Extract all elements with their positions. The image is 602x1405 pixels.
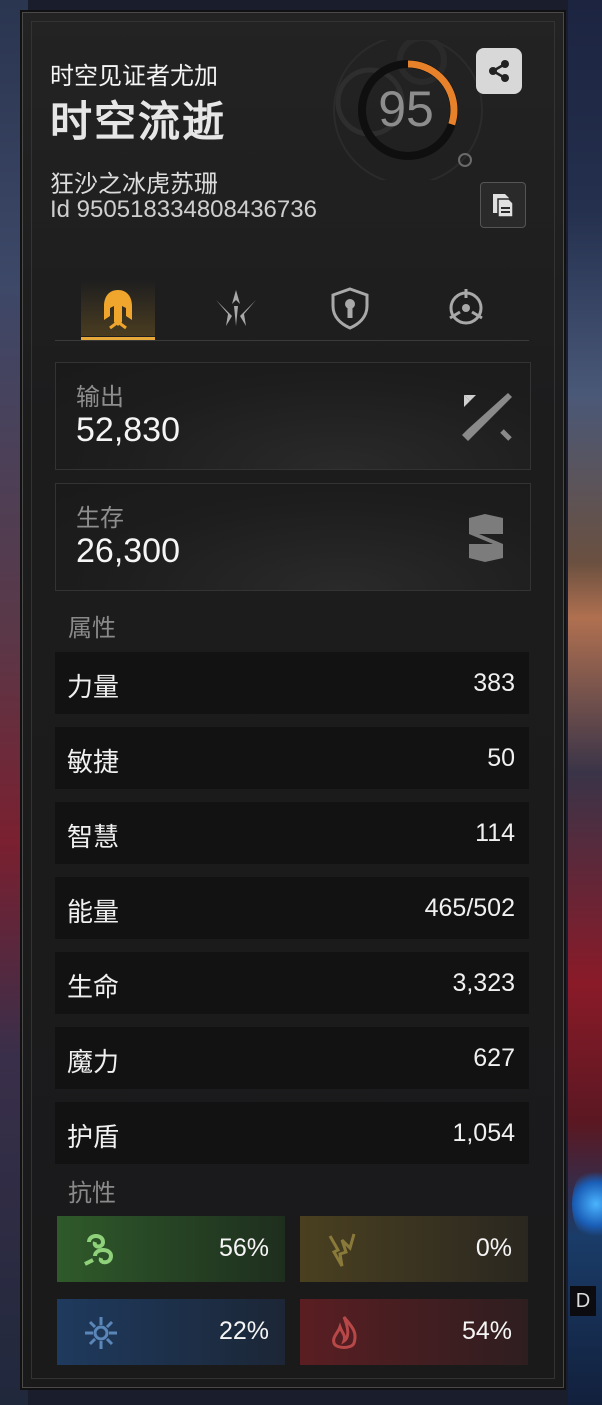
stat-name: 能量 [67,898,120,928]
tab-attack[interactable] [81,280,155,340]
player-id: Id 9505183348084367​36 [50,196,317,223]
output-label: 输出 [76,383,124,411]
share-button[interactable] [476,48,522,94]
crosshair-icon [449,289,483,325]
shield-icon [331,287,369,330]
survival-label: 生存 [76,504,124,532]
stat-value: 627 [473,1044,515,1072]
helmet-icon [104,290,132,330]
output-value: 52,830 [76,411,180,449]
share-icon [489,60,509,82]
resistance-frost: 22% [57,1299,285,1365]
stat-name: 敏捷 [67,748,120,778]
stat-value: 1,054 [452,1119,515,1147]
resistance-value: 0% [475,1234,512,1262]
stat-value: 114 [475,819,515,847]
stat-row-health: 生命 3,323 [55,952,529,1014]
survival-card: 生存 26,300 [55,483,531,591]
background-tag: D [570,1286,596,1316]
tab-skills[interactable] [199,280,273,336]
score-value: 95 [378,81,434,137]
resistance-value: 54% [461,1317,512,1345]
attributes-heading: 属性 [68,614,116,642]
copy-id-button[interactable] [480,182,526,228]
stat-row-energy: 能量 465/502 [55,877,529,939]
hero-subtitle: 狂沙之冰虎苏珊 [50,170,218,198]
tab-defense[interactable] [313,280,387,336]
stat-name: 生命 [67,973,120,1003]
fire-icon [322,1311,366,1355]
resistance-value: 22% [218,1317,269,1345]
stat-value: 3,323 [452,969,515,997]
stat-tabs [55,272,529,341]
crossed-swords-icon [456,387,516,447]
resistance-value: 56% [218,1234,269,1262]
stat-row-agility: 敏捷 50 [55,727,529,789]
resistance-lightning: 0% [300,1216,528,1282]
stat-value: 465/502 [424,894,515,922]
armor-icon [456,508,516,568]
stat-name: 护盾 [67,1123,120,1153]
stat-name: 魔力 [67,1048,120,1078]
resistances-heading: 抗性 [68,1179,116,1207]
copy-icon [493,194,514,218]
claws-icon [216,290,256,326]
resistance-wind: 56% [57,1216,285,1282]
survival-value: 26,300 [76,532,180,570]
frost-icon [79,1311,123,1355]
stat-row-mana: 魔力 627 [55,1027,529,1089]
wind-icon [79,1228,123,1272]
lightning-icon [322,1228,366,1272]
stat-row-wisdom: 智慧 114 [55,802,529,864]
hero-title: 时空见证者尤加 [50,62,218,90]
stat-name: 智慧 [67,823,120,853]
stat-value: 383 [473,669,515,697]
stat-row-shield: 护盾 1,054 [55,1102,529,1164]
stat-row-strength: 力量 383 [55,652,529,714]
output-card: 输出 52,830 [55,362,531,470]
stat-value: 50 [487,744,515,772]
tab-target[interactable] [429,280,503,336]
hero-name: 时空流逝 [50,97,227,146]
resistance-fire: 54% [300,1299,528,1365]
stat-name: 力量 [67,673,120,703]
